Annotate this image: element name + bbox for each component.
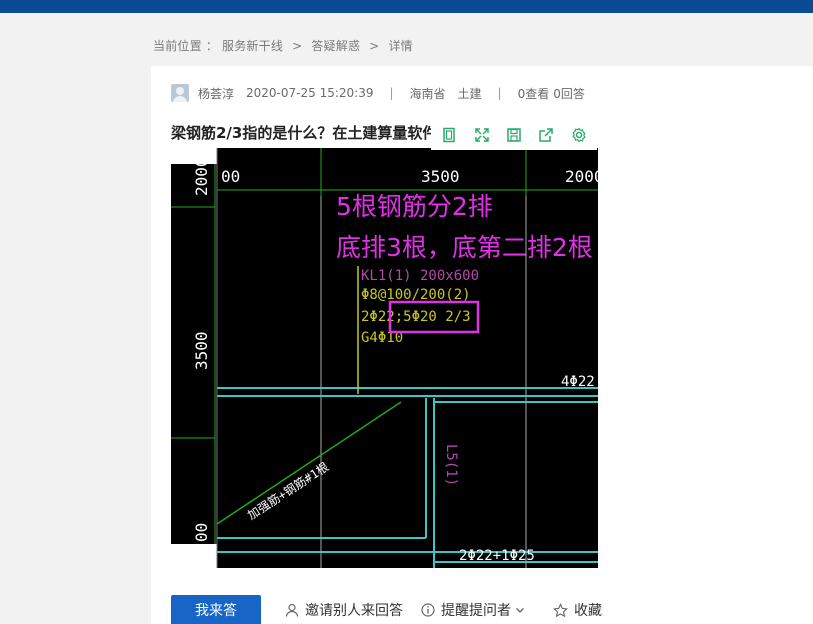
breadcrumb-item-service[interactable]: 服务新干线 (222, 39, 283, 53)
question-category: 土建 (457, 86, 482, 101)
stirrup-label: Φ8@100/200(2) (361, 287, 471, 303)
diagonal-line (216, 401, 402, 525)
breadcrumb: 当前位置 ： 服务新干线 > 答疑解惑 > 详情 (153, 37, 413, 54)
image-toolbar (431, 120, 597, 150)
answer-button[interactable]: 我来答 (171, 595, 261, 624)
image-margin (171, 544, 217, 568)
meta-divider: | (389, 86, 394, 100)
long-bars-label: 2Φ22;5Φ20 2/3 (361, 309, 471, 325)
fit-page-icon[interactable] (438, 124, 460, 146)
user-icon (285, 603, 299, 617)
save-icon[interactable] (503, 124, 525, 146)
info-icon (421, 603, 435, 617)
breadcrumb-separator: > (369, 39, 380, 53)
question-region: 海南省 (409, 86, 446, 101)
right-label: 4Φ22 (561, 374, 595, 390)
view-count: 0查看 (517, 86, 550, 101)
favorite-label: 收藏 (574, 603, 602, 619)
fullscreen-icon[interactable] (471, 124, 493, 146)
dim-text: 3500 (421, 167, 460, 186)
bottom-label: 2Φ22+1Φ25 (459, 548, 535, 564)
favorite-link[interactable]: 收藏 (553, 600, 602, 620)
breadcrumb-prefix: 当前位置 ： (153, 39, 219, 53)
annotation-line1: 5根钢筋分2排 (336, 192, 493, 221)
remind-label: 提醒提问者 (441, 603, 511, 619)
breadcrumb-separator: > (292, 39, 303, 53)
beam-name-label: KL1(1) 200x600 (361, 268, 479, 284)
question-meta: 杨荟淳 2020-07-25 15:20:39 | 海南省 土建 | 0查看 0… (171, 84, 585, 102)
invite-answer-link[interactable]: 邀请别人来回答 (285, 600, 403, 620)
dim-text: 00 (192, 523, 211, 542)
dim-text: 2000 (192, 157, 211, 196)
remind-asker-link[interactable]: 提醒提问者 (421, 600, 531, 620)
dim-text: 2000 (565, 167, 598, 186)
annotation-line2: 底排3根，底第二排2根 (336, 233, 593, 262)
diagonal-label: 加强筋+钢筋#1根 (244, 459, 331, 523)
star-icon (553, 602, 568, 618)
author-name[interactable]: 杨荟淳 (198, 85, 234, 102)
share-icon[interactable] (535, 124, 557, 146)
question-title: 梁钢筋2/3指的是什么？在土建算量软件中 (171, 124, 441, 142)
settings-icon[interactable] (568, 124, 590, 146)
breadcrumb-item-detail: 详情 (388, 39, 413, 53)
answer-count: 0回答 (553, 86, 585, 101)
breadcrumb-item-qa[interactable]: 答疑解惑 (311, 39, 360, 53)
invite-label: 邀请别人来回答 (305, 603, 403, 619)
dim-text: 3500 (192, 331, 211, 370)
l-beam-label: L5(1) (443, 444, 459, 486)
dim-text: 00 (221, 167, 240, 186)
question-actions: 我来答 邀请别人来回答 提醒提问者 收藏 (171, 595, 602, 624)
question-datetime: 2020-07-25 15:20:39 (246, 86, 374, 100)
meta-divider: | (497, 86, 502, 100)
chevron-down-icon (515, 605, 525, 615)
avatar[interactable] (171, 84, 189, 102)
top-navigation-bar (0, 0, 813, 13)
